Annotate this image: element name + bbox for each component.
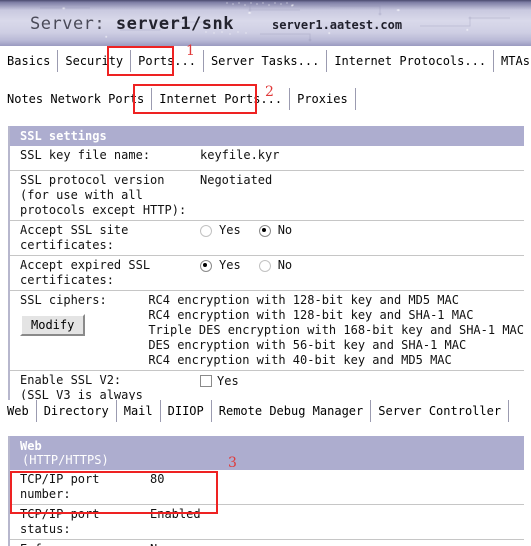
subtab-notes-network-ports[interactable]: Notes Network Ports <box>0 88 153 110</box>
radio-site-certs-no[interactable] <box>258 225 271 237</box>
main-tab-bar: Basics Security Ports... Server Tasks... Int… <box>0 50 531 74</box>
ssl-ciphers-label-col: SSL ciphers: Modify <box>10 293 148 368</box>
server-hostname: server1.aatest.com <box>272 18 403 32</box>
ssl-ciphers-list: RC4 encryption with 128-bit key and MD5 … <box>148 293 524 368</box>
web-section-subtitle: (HTTP/HTTPS) <box>22 453 109 467</box>
row-accept-expired-certificates: Accept expired SSL certificates: Yes No <box>10 256 524 291</box>
tab-web[interactable]: Web <box>0 400 37 422</box>
tab-server-tasks[interactable]: Server Tasks... <box>204 50 328 72</box>
tab-security[interactable]: Security <box>58 50 132 72</box>
radio-expired-certs-no[interactable] <box>258 260 271 272</box>
ssl-settings-header: SSL settings <box>10 126 524 146</box>
ssl-protocol-version-value[interactable]: Negotiated <box>200 173 524 218</box>
accept-expired-certificates-label: Accept expired SSL certificates: <box>20 258 151 287</box>
row-tcpip-port-status: TCP/IP port status: Enabled <box>10 505 524 540</box>
ports-sub-tab-bar: Notes Network Ports Internet Ports... Prox… <box>0 88 531 112</box>
subtab-internet-ports[interactable]: Internet Ports... <box>152 88 291 110</box>
tcpip-port-number-value[interactable]: 80 <box>150 472 524 502</box>
protocol-tab-bar: Web Directory Mail DIIOP Remote Debug Manage… <box>0 400 531 424</box>
subtab-proxies[interactable]: Proxies <box>290 88 356 110</box>
web-section-panel: Web (HTTP/HTTPS) TCP/IP port number: 80 … <box>8 436 524 546</box>
radio-expired-certs-no-label: No <box>277 258 293 272</box>
cipher-item: RC4 encryption with 128-bit key and SHA-… <box>148 308 474 322</box>
server-name: server1/snk <box>115 14 234 34</box>
ssl-protocol-version-label: SSL protocol version (for use with all p… <box>20 173 187 217</box>
row-ssl-ciphers: SSL ciphers: Modify RC4 encryption with … <box>10 291 524 371</box>
notes-admin-window: Server: server1/snk server1.aatest.com B… <box>0 0 531 546</box>
row-ssl-protocol-version: SSL protocol version (for use with all p… <box>10 171 524 221</box>
radio-expired-certs-yes-label: Yes <box>219 258 241 272</box>
row-tcpip-port-number: TCP/IP port number: 80 <box>10 470 524 505</box>
server-label: Server: <box>30 14 106 34</box>
cipher-item: RC4 encryption with 40-bit key and MD5 M… <box>148 353 452 367</box>
tab-server-controller[interactable]: Server Controller <box>371 400 510 422</box>
ssl-ciphers-label: SSL ciphers: <box>20 293 107 307</box>
accept-site-certificates-label: Accept SSL site certificates: <box>20 223 129 252</box>
cipher-item: RC4 encryption with 128-bit key and MD5 … <box>148 293 459 307</box>
checkbox-enable-ssl-v2-label: Yes <box>217 374 239 388</box>
radio-expired-certs-yes[interactable] <box>200 260 212 272</box>
radio-site-certs-no-label: No <box>277 223 293 237</box>
tab-diiop[interactable]: DIIOP <box>161 400 212 422</box>
tcpip-port-status-label: TCP/IP port status: <box>20 507 100 536</box>
radio-site-certs-yes[interactable] <box>200 225 212 237</box>
cipher-item: DES encryption with 56-bit key and SHA-1… <box>148 338 467 352</box>
checkbox-enable-ssl-v2[interactable] <box>200 375 212 387</box>
web-section-header: Web (HTTP/HTTPS) <box>10 436 524 470</box>
ssl-key-file-label: SSL key file name: <box>20 148 151 162</box>
row-ssl-key-file: SSL key file name: keyfile.kyr <box>10 146 524 171</box>
row-accept-site-certificates: Accept SSL site certificates: Yes No <box>10 221 524 256</box>
server-title: Server: server1/snk <box>30 14 234 34</box>
web-section-title: Web <box>20 439 42 453</box>
tab-basics[interactable]: Basics <box>0 50 59 72</box>
tab-ports[interactable]: Ports... <box>131 50 204 72</box>
tcpip-port-number-label: TCP/IP port number: <box>20 472 100 501</box>
enforce-server-access-label: Enforce server access settings: <box>10 542 150 546</box>
enable-ssl-v2-label: Enable SSL V2: <box>20 373 122 387</box>
tab-remote-debug-manager[interactable]: Remote Debug Manager <box>212 400 372 422</box>
ssl-key-file-value[interactable]: keyfile.kyr <box>200 148 524 168</box>
cipher-item: Triple DES encryption with 168-bit key a… <box>148 323 524 337</box>
tcpip-port-status-value[interactable]: Enabled <box>150 507 524 537</box>
tab-directory[interactable]: Directory <box>37 400 117 422</box>
tab-mtas[interactable]: MTAs... <box>494 50 531 72</box>
server-banner: Server: server1/snk server1.aatest.com <box>0 0 531 46</box>
modify-ciphers-button[interactable]: Modify <box>20 314 86 336</box>
row-enforce-server-access: Enforce server access settings: No <box>10 540 524 546</box>
tab-mail[interactable]: Mail <box>117 400 161 422</box>
accept-site-certificates-options: Yes No <box>200 223 524 253</box>
radio-site-certs-yes-label: Yes <box>219 223 241 237</box>
enforce-server-access-value[interactable]: No <box>150 542 524 546</box>
accept-expired-certificates-options: Yes No <box>200 258 524 288</box>
tab-internet-protocols[interactable]: Internet Protocols... <box>327 50 495 72</box>
ssl-settings-panel: SSL settings SSL key file name: keyfile.… <box>8 126 524 420</box>
